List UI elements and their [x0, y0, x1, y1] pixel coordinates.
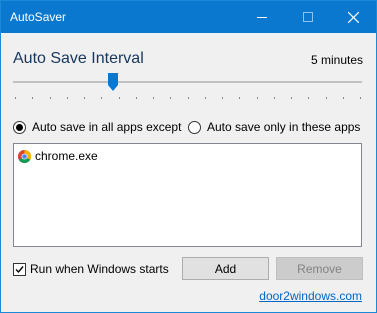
add-button[interactable]: Add: [182, 257, 269, 280]
slider-tick: [274, 97, 275, 99]
interval-slider[interactable]: [13, 73, 362, 101]
slider-tick: [32, 97, 33, 99]
slider-tick: [170, 97, 171, 99]
slider-tick: [101, 97, 102, 99]
slider-tick: [326, 97, 327, 99]
startup-label: Run when Windows starts: [30, 262, 169, 276]
slider-tick: [360, 97, 361, 99]
radio-button-only[interactable]: [188, 120, 201, 134]
slider-tick: [343, 97, 344, 99]
checkmark-icon: [15, 265, 24, 273]
slider-tick: [84, 97, 85, 99]
interval-value-label: 5 minutes: [310, 53, 363, 67]
checkbox-box[interactable]: [13, 262, 26, 276]
radio-only-label: Auto save only in these apps: [207, 120, 361, 134]
maximize-button[interactable]: [285, 1, 331, 33]
slider-tick: [67, 97, 68, 99]
minimize-icon: [257, 17, 267, 18]
apps-list[interactable]: chrome.exe: [13, 143, 362, 247]
slider-tick: [119, 97, 120, 99]
slider-tick: [136, 97, 137, 99]
radio-except-label: Auto save in all apps except: [32, 120, 182, 134]
close-icon: [347, 11, 359, 23]
slider-tick: [188, 97, 189, 99]
window-title: AutoSaver: [10, 10, 67, 24]
title-bar[interactable]: AutoSaver: [1, 1, 376, 33]
slider-tick: [222, 97, 223, 99]
slider-tick: [205, 97, 206, 99]
radio-only[interactable]: Auto save only in these apps: [188, 120, 360, 134]
slider-track: [13, 81, 362, 83]
maximize-icon: [303, 12, 313, 22]
radio-selected-dot: [16, 123, 23, 131]
startup-checkbox[interactable]: Run when Windows starts: [13, 262, 169, 276]
slider-tick: [257, 97, 258, 99]
slider-tick: [15, 97, 16, 99]
slider-tick: [50, 97, 51, 99]
list-item-label: chrome.exe: [35, 149, 98, 163]
slider-tick: [239, 97, 240, 99]
remove-button[interactable]: Remove: [276, 257, 363, 280]
radio-except[interactable]: Auto save in all apps except: [13, 120, 181, 134]
slider-ticks: [13, 97, 362, 99]
autosaver-window: AutoSaver Auto Save Interval 5 minutes A…: [0, 0, 377, 313]
website-link[interactable]: door2windows.com: [259, 289, 362, 303]
slider-thumb[interactable]: [108, 73, 118, 91]
slider-tick: [308, 97, 309, 99]
radio-button-except[interactable]: [13, 120, 26, 134]
chrome-icon: [18, 149, 31, 163]
slider-tick: [153, 97, 154, 99]
slider-tick: [291, 97, 292, 99]
list-item[interactable]: chrome.exe: [18, 149, 98, 163]
minimize-button[interactable]: [239, 1, 285, 33]
interval-heading: Auto Save Interval: [13, 50, 144, 67]
close-button[interactable]: [330, 1, 376, 33]
